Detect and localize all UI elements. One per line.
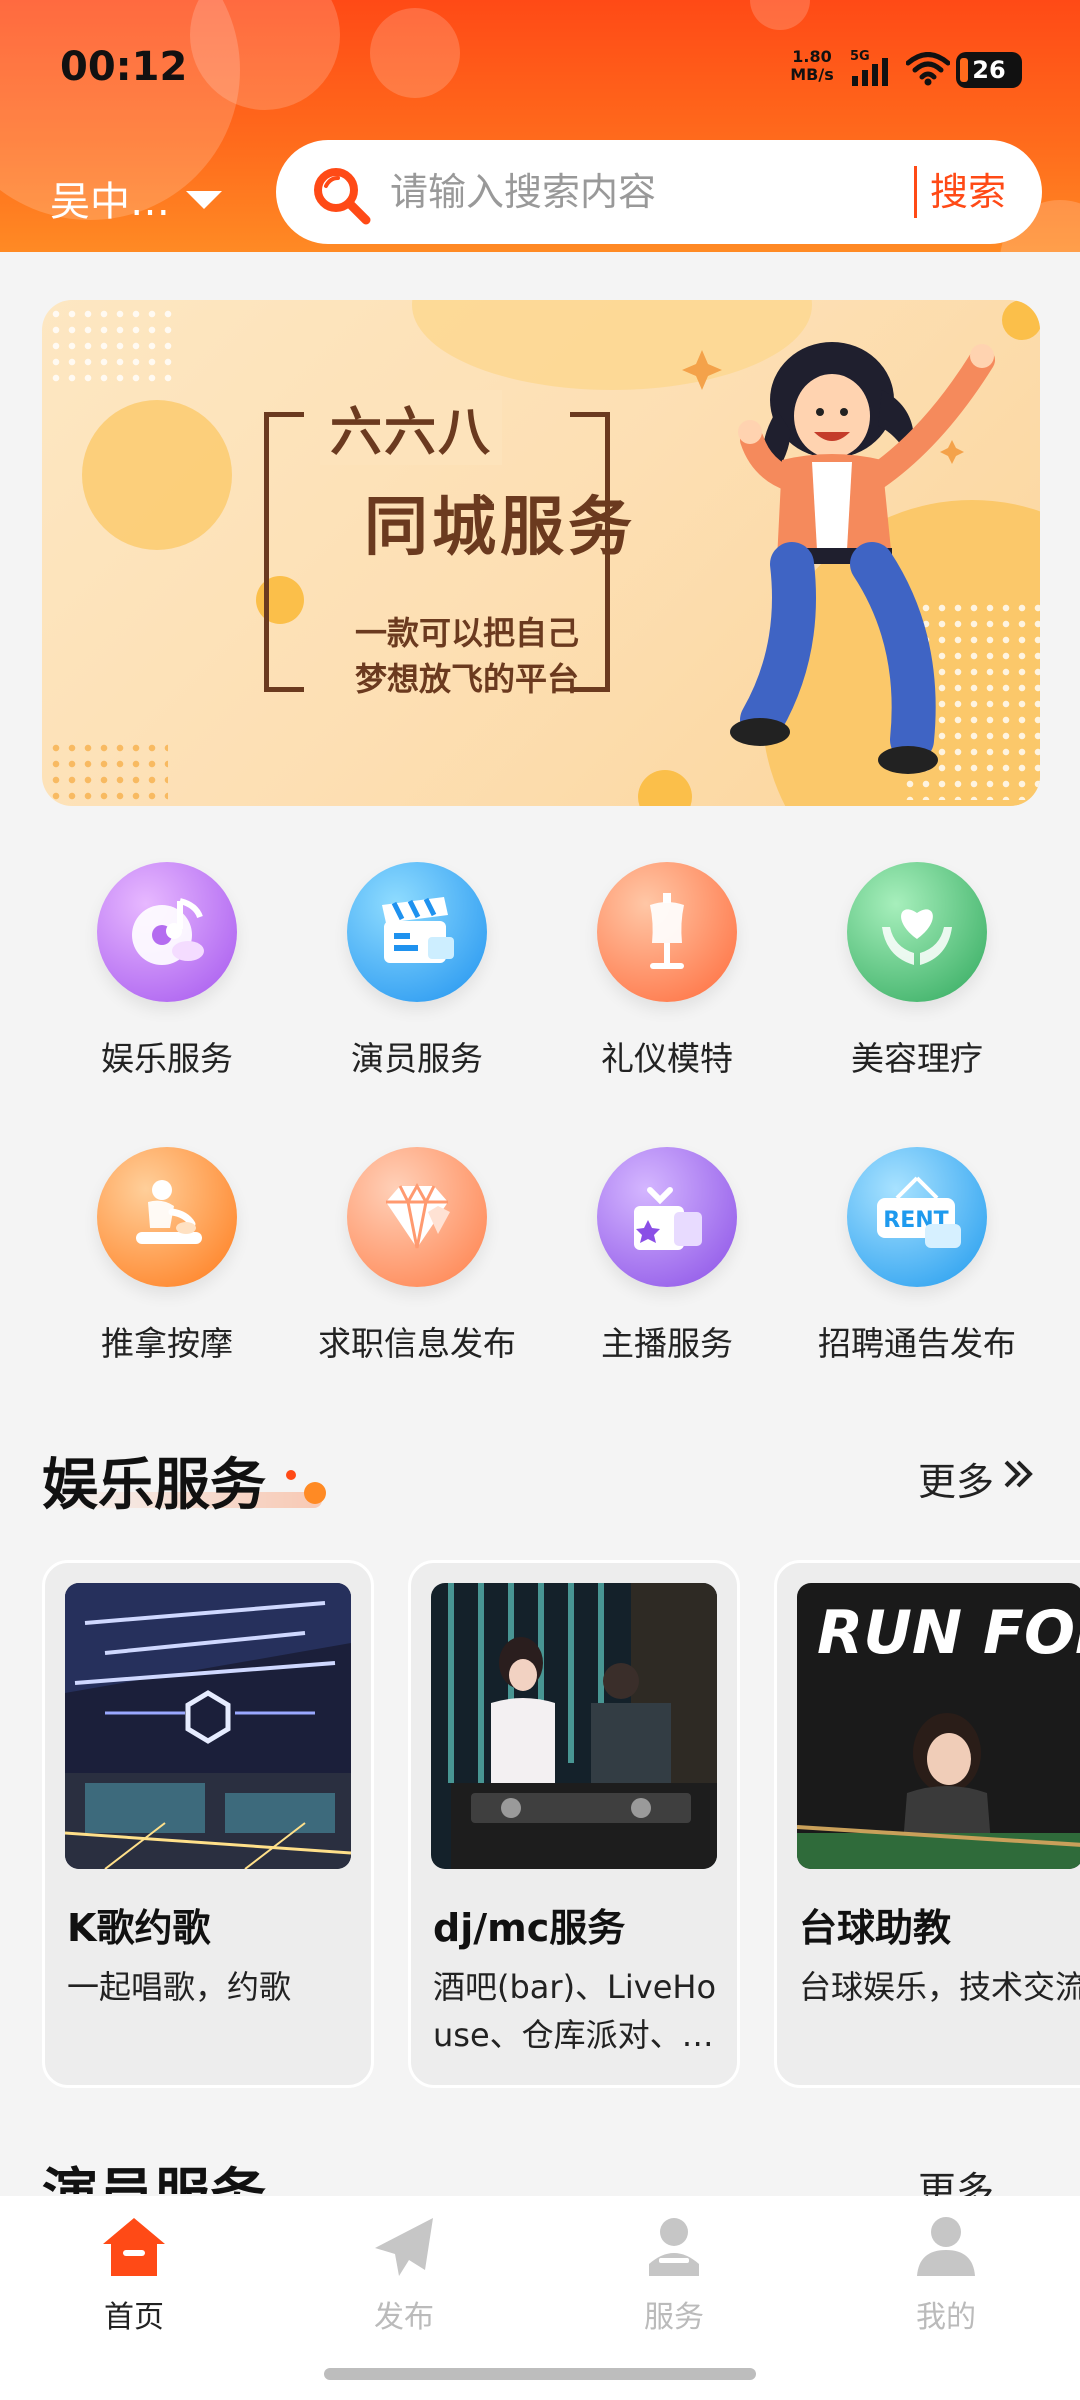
category-beauty-therapy[interactable]: 美容理疗	[792, 862, 1042, 1092]
card-description: 酒吧(bar)、LiveHouse、仓库派对、…	[433, 1968, 717, 2054]
search-input[interactable]	[390, 162, 870, 222]
search-bar: 搜索	[276, 140, 1042, 244]
promo-banner[interactable]: 六六八 同城服务 一款可以把自己 梦想放飞的平台	[42, 300, 1040, 806]
network-speed-unit: MB/s	[790, 65, 834, 84]
category-label: 礼仪模特	[601, 1039, 733, 1078]
card-title: K歌约歌	[67, 1906, 211, 1950]
rent-sign-icon: RENT	[847, 1147, 987, 1287]
paper-plane-icon	[369, 2214, 439, 2284]
double-chevron-right-icon	[1000, 1456, 1036, 1501]
poster-text: RUN FOR YOUR GOAL	[817, 1598, 1080, 1668]
cellular-signal-icon: 5G	[850, 48, 894, 92]
more-link[interactable]: 更多	[918, 1450, 1036, 1506]
heart-hands-icon	[847, 862, 987, 1002]
nav-item-service[interactable]: 服务	[574, 2214, 774, 2335]
home-indicator[interactable]	[324, 2368, 756, 2380]
banner-title: 同城服务	[364, 491, 636, 565]
category-label: 招聘通告发布	[818, 1324, 1016, 1363]
category-streamer[interactable]: 主播服务	[542, 1147, 792, 1377]
service-card[interactable]: dj/mc服务 酒吧(bar)、LiveHouse、仓库派对、…	[408, 1560, 740, 2088]
banner-decor-dots	[48, 306, 178, 386]
nav-label: 服务	[644, 2300, 704, 2335]
category-massage[interactable]: 推拿按摩	[42, 1147, 292, 1377]
search-button[interactable]: 搜索	[930, 162, 1006, 222]
app-header: 00:12 1.80 MB/s 5G 26 吴中… 请输入搜索内容 搜索	[0, 0, 1080, 252]
category-label: 推拿按摩	[101, 1324, 233, 1363]
section-title-decor	[286, 1470, 296, 1480]
dj-performance-image	[431, 1583, 717, 1869]
status-bar: 00:12 1.80 MB/s 5G 26	[0, 0, 1080, 140]
card-title: 台球助教	[799, 1906, 952, 1950]
category-recruitment[interactable]: RENT 招聘通告发布	[792, 1147, 1042, 1377]
card-title: dj/mc服务	[433, 1906, 626, 1950]
search-divider	[914, 166, 917, 218]
category-label: 演员服务	[351, 1039, 483, 1078]
profile-icon	[911, 2214, 981, 2284]
more-link[interactable]: 更多	[918, 2160, 994, 2196]
category-actor[interactable]: 演员服务	[292, 862, 542, 1092]
network-type-label: 5G	[850, 49, 870, 64]
location-selector[interactable]: 吴中…	[50, 168, 222, 228]
category-job-posting[interactable]: 求职信息发布	[292, 1147, 542, 1377]
category-entertainment[interactable]: 娱乐服务	[42, 862, 292, 1092]
nav-label: 首页	[104, 2300, 164, 2335]
banner-brand: 六六八	[320, 390, 503, 465]
nav-item-publish[interactable]: 发布	[304, 2214, 504, 2335]
banner-subtitle-line: 一款可以把自己	[354, 614, 579, 652]
ktv-room-image	[65, 1583, 351, 1869]
home-icon	[99, 2214, 169, 2284]
section-title-decor	[304, 1482, 326, 1504]
service-user-icon	[639, 2214, 709, 2284]
banner-decor-circle	[1002, 300, 1040, 340]
category-label: 主播服务	[601, 1324, 733, 1363]
gift-box-icon	[597, 1147, 737, 1287]
mannequin-icon	[597, 862, 737, 1002]
wifi-icon	[905, 52, 951, 90]
category-etiquette-model[interactable]: 礼仪模特	[542, 862, 792, 1092]
jumping-woman-illustration	[682, 320, 1002, 804]
section-title: 娱乐服务	[42, 1453, 266, 1518]
card-description: 一起唱歌，约歌	[67, 1968, 292, 2006]
banner-subtitle: 一款可以把自己 梦想放飞的平台	[302, 610, 632, 702]
clapperboard-icon	[347, 862, 487, 1002]
nav-label: 我的	[916, 2300, 976, 2335]
nav-label: 发布	[374, 2300, 434, 2335]
category-label: 美容理疗	[851, 1039, 983, 1078]
category-label: 娱乐服务	[101, 1039, 233, 1078]
status-time: 00:12	[60, 44, 188, 90]
more-label: 更多	[918, 1459, 995, 1504]
search-icon	[310, 164, 374, 232]
service-card-carousel[interactable]: K歌约歌 一起唱歌，约歌 dj/mc服务 酒吧(bar)、LiveHouse、仓…	[42, 1560, 1080, 2090]
location-label: 吴中…	[50, 179, 170, 225]
diamond-icon	[347, 1147, 487, 1287]
banner-decor-dots	[48, 740, 168, 800]
billiards-poster-image: RUN FOR YOUR GOAL	[797, 1583, 1080, 1869]
caret-down-icon	[186, 191, 222, 209]
battery-indicator: 26	[956, 52, 1022, 88]
section-title: 演员服务	[42, 2150, 266, 2194]
battery-level: 26	[972, 56, 1006, 84]
network-speed: 1.80 MB/s	[786, 48, 838, 84]
service-card[interactable]: K歌约歌 一起唱歌，约歌	[42, 1560, 374, 2088]
network-speed-value: 1.80	[792, 47, 832, 66]
banner-decor-circle	[82, 400, 232, 550]
nav-item-home[interactable]: 首页	[34, 2214, 234, 2335]
nav-item-profile[interactable]: 我的	[846, 2214, 1046, 2335]
service-card[interactable]: RUN FOR YOUR GOAL 台球助教 台球娱乐，技术交流	[774, 1560, 1080, 2088]
banner-subtitle-line: 梦想放飞的平台	[354, 660, 579, 698]
category-label: 求职信息发布	[318, 1324, 516, 1363]
music-disc-icon	[97, 862, 237, 1002]
card-description: 台球娱乐，技术交流	[799, 1968, 1080, 2006]
massage-icon	[97, 1147, 237, 1287]
